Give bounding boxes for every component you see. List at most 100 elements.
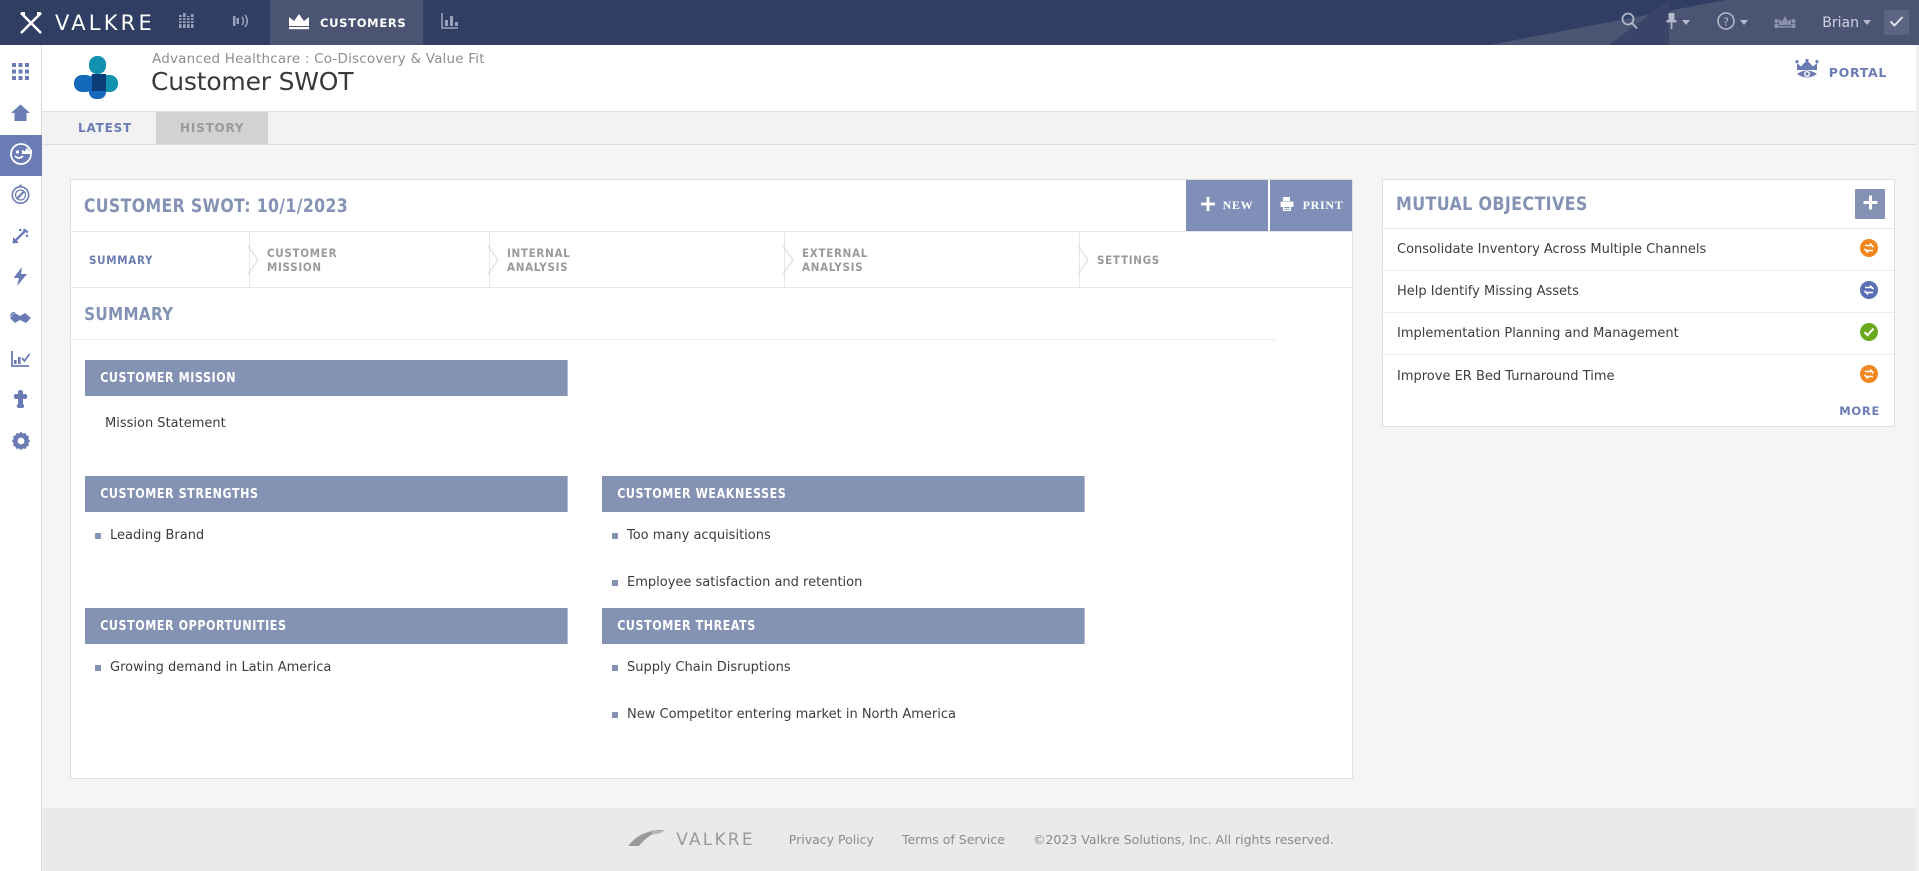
customer-strengths-header: CUSTOMER STRENGTHS	[85, 476, 568, 512]
home-icon	[10, 103, 31, 127]
recycle-icon[interactable]	[1860, 365, 1878, 387]
swot-row-strengths-weaknesses: CUSTOMER STRENGTHS Leading Brand CUSTOME…	[85, 476, 1338, 618]
bullet-square-icon	[612, 665, 618, 671]
top-navigation-bar: VALKRE CUSTOMERS ? Brian	[0, 0, 1919, 45]
crossed-swords-icon	[18, 10, 44, 36]
crown-eye-icon	[1794, 58, 1820, 85]
customer-weaknesses-body: Too many acquisitions Employee satisfact…	[602, 512, 1110, 618]
rail-reports[interactable]	[0, 340, 42, 381]
customer-weaknesses-header: CUSTOMER WEAKNESSES	[602, 476, 1085, 512]
add-objective-button[interactable]	[1855, 189, 1885, 219]
list-item[interactable]: Too many acquisitions	[612, 524, 1110, 571]
rail-integrations[interactable]	[0, 381, 42, 422]
page-title: Customer SWOT	[151, 67, 354, 96]
tab-history[interactable]: HISTORY	[156, 112, 269, 144]
more-row: MORE	[1383, 397, 1894, 425]
mutual-objectives-title: MUTUAL OBJECTIVES	[1396, 193, 1588, 215]
list-item[interactable]: Growing demand in Latin America	[95, 656, 593, 703]
customer-mission-panel: CUSTOMER MISSION Mission Statement	[85, 360, 593, 456]
list-item-label: Employee satisfaction and retention	[627, 575, 863, 590]
rail-launch[interactable]	[0, 217, 42, 258]
pin-menu-button[interactable]	[1652, 0, 1703, 45]
rail-partnership[interactable]	[0, 299, 42, 340]
compass-icon	[10, 184, 31, 209]
subtab-internal-analysis[interactable]: INTERNAL ANALYSIS	[487, 232, 784, 287]
tab-latest[interactable]: LATEST	[54, 112, 156, 144]
search-icon	[1620, 11, 1639, 34]
objective-label: Implementation Planning and Management	[1397, 326, 1679, 341]
portal-label: PORTAL	[1828, 64, 1887, 80]
customer-face-crown-icon	[9, 142, 33, 170]
gear-icon	[11, 431, 31, 455]
recycle-icon[interactable]	[1860, 238, 1878, 261]
tab-strip: LATEST HISTORY	[42, 112, 1919, 145]
brand-logo[interactable]: VALKRE	[0, 10, 160, 36]
customer-weaknesses-panel: CUSTOMER WEAKNESSES Too many acquisition…	[602, 476, 1110, 618]
subtab-customer-mission[interactable]: CUSTOMER MISSION	[247, 232, 489, 287]
customer-opportunities-body: Growing demand in Latin America	[85, 644, 593, 704]
pin-icon	[1665, 12, 1678, 34]
new-button[interactable]: NEW	[1186, 180, 1268, 231]
chevron-down-icon	[1740, 20, 1749, 25]
list-item[interactable]: New Competitor entering market in North …	[612, 703, 1110, 750]
section-title: SUMMARY	[71, 288, 1276, 340]
grid-apps-icon	[11, 62, 30, 85]
privacy-policy-link[interactable]: Privacy Policy	[789, 832, 874, 847]
print-button[interactable]: PRINT	[1270, 180, 1352, 231]
chart-check-icon	[10, 349, 31, 373]
task-check-button[interactable]	[1884, 10, 1909, 35]
subtab-summary[interactable]: SUMMARY	[71, 232, 249, 287]
subtab-external-analysis-label2: ANALYSIS	[802, 259, 864, 274]
rail-settings[interactable]	[0, 422, 42, 463]
objective-row[interactable]: Implementation Planning and Management	[1383, 313, 1894, 355]
nav-customers[interactable]: CUSTOMERS	[270, 0, 424, 45]
print-button-label: PRINT	[1302, 198, 1344, 212]
list-item[interactable]: Supply Chain Disruptions	[612, 656, 1110, 703]
lightning-bolt-icon	[12, 266, 29, 291]
search-button[interactable]	[1607, 0, 1652, 45]
objective-row[interactable]: Improve ER Bed Turnaround Time	[1383, 355, 1894, 397]
subtab-settings-label: SETTINGS	[1097, 252, 1160, 267]
swot-row-mission: CUSTOMER MISSION Mission Statement	[85, 360, 1338, 456]
customer-threats-header: CUSTOMER THREATS	[602, 608, 1085, 644]
subtab-settings[interactable]: SETTINGS	[1077, 232, 1279, 287]
customer-mission-header: CUSTOMER MISSION	[85, 360, 568, 396]
objective-row[interactable]: Help Identify Missing Assets	[1383, 271, 1894, 313]
subtab-internal-analysis-label: INTERNAL	[507, 245, 571, 260]
more-link[interactable]: MORE	[1839, 404, 1880, 418]
rail-energy[interactable]	[0, 258, 42, 299]
breadcrumb: Advanced Healthcare : Co-Discovery & Val…	[152, 51, 485, 67]
chevron-down-icon	[1863, 20, 1871, 25]
rail-apps[interactable]	[0, 53, 42, 94]
mutual-objectives-header: MUTUAL OBJECTIVES	[1383, 180, 1894, 229]
user-menu-button[interactable]: Brian	[1809, 0, 1884, 45]
chevron-right-icon	[1077, 232, 1092, 287]
crown-group-button[interactable]	[1761, 0, 1809, 45]
user-name: Brian	[1822, 14, 1859, 31]
objective-row[interactable]: Consolidate Inventory Across Multiple Ch…	[1383, 229, 1894, 271]
mission-statement: Mission Statement	[105, 416, 226, 431]
list-item[interactable]: Leading Brand	[95, 524, 593, 571]
copyright-text: ©2023 Valkre Solutions, Inc. All rights …	[1032, 832, 1334, 847]
svg-text:?: ?	[1723, 15, 1729, 28]
portal-link[interactable]: PORTAL	[1794, 58, 1887, 85]
nav-analytics[interactable]	[423, 0, 477, 45]
subtab-external-analysis[interactable]: EXTERNAL ANALYSIS	[782, 232, 1079, 287]
rail-discover[interactable]	[0, 176, 42, 217]
rail-home[interactable]	[0, 94, 42, 135]
subtab-internal-analysis-label2: ANALYSIS	[507, 259, 569, 274]
customer-strengths-body: Leading Brand	[85, 512, 593, 572]
nav-broadcast[interactable]	[214, 0, 270, 45]
help-menu-button[interactable]: ?	[1703, 0, 1761, 45]
subtab-customer-mission-label2: MISSION	[267, 259, 322, 274]
check-circle-icon[interactable]	[1860, 322, 1878, 345]
card-header: CUSTOMER SWOT: 10/1/2023 NEW PRINT	[71, 180, 1352, 232]
footer-logo-text: VALKRE	[676, 829, 755, 850]
nav-dashboard[interactable]	[160, 0, 214, 45]
list-item-label: Growing demand in Latin America	[110, 660, 332, 675]
page-footer: VALKRE Privacy Policy Terms of Service ©…	[42, 808, 1919, 871]
terms-of-service-link[interactable]: Terms of Service	[902, 832, 1005, 847]
list-item-label: Supply Chain Disruptions	[627, 660, 791, 675]
rail-customers[interactable]	[0, 135, 42, 176]
recycle-icon[interactable]	[1860, 280, 1878, 303]
